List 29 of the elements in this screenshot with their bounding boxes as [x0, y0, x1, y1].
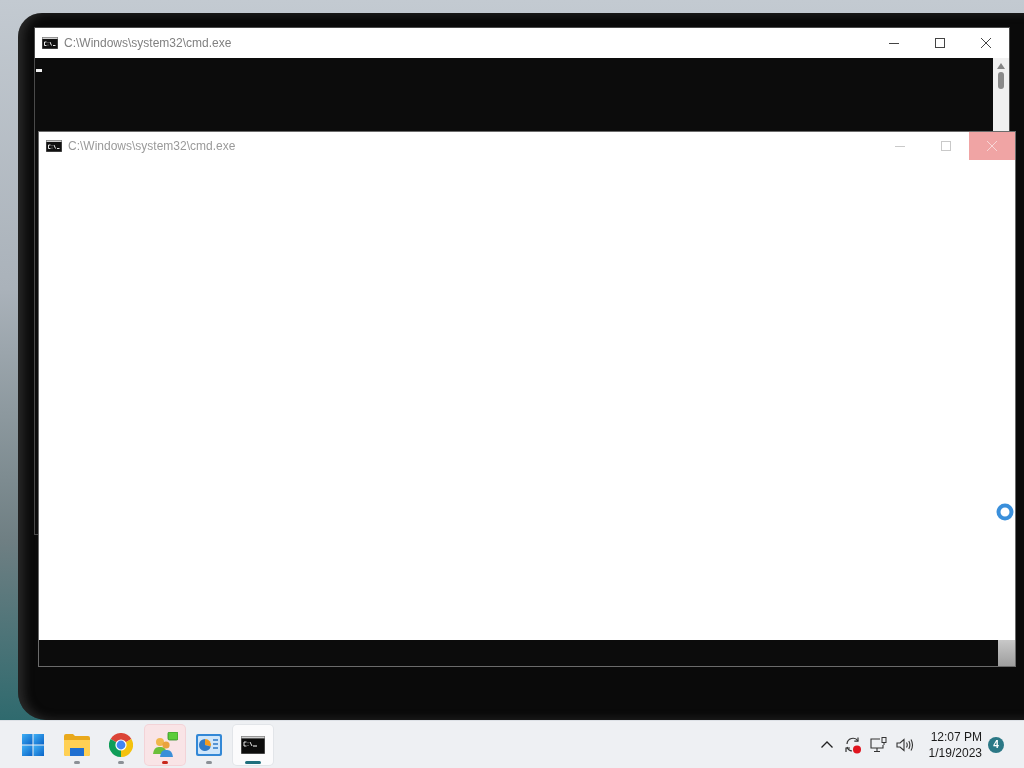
- maximize-icon: [935, 38, 945, 48]
- four-tiles-icon: [22, 733, 44, 756]
- scroll-thumb[interactable]: [998, 72, 1004, 89]
- chevron-up-icon: [820, 741, 833, 748]
- minimize-icon: [889, 42, 899, 44]
- scroll-up-arrow-icon: [997, 63, 1005, 69]
- minimize-icon: [895, 145, 905, 147]
- maximize-icon: [941, 141, 951, 151]
- loading-ring-icon: [996, 503, 1014, 521]
- speaker-icon: [895, 737, 914, 752]
- scroll-thumb[interactable]: [998, 640, 1015, 666]
- folder-icon: [64, 733, 90, 756]
- window-title: C:\Windows\system32\cmd.exe: [64, 36, 232, 50]
- clock-time: 12:07 PM: [930, 729, 982, 744]
- terminal-icon: [46, 140, 62, 152]
- notification-badge[interactable]: 4: [988, 736, 1004, 753]
- clock-date: 1/19/2023: [928, 745, 982, 760]
- close-icon: [987, 141, 997, 151]
- sync-alert-icon: [843, 735, 862, 754]
- title-bar[interactable]: C:\Windows\system32\cmd.exe: [35, 28, 1009, 58]
- close-icon: [981, 38, 991, 48]
- terminal-icon: [241, 735, 265, 754]
- window-title: C:\Windows\system32\cmd.exe: [68, 139, 236, 153]
- people-icon: [152, 731, 178, 758]
- network-icon: [869, 736, 888, 753]
- taskbar-button[interactable]: [233, 724, 273, 765]
- browser-icon: [109, 732, 133, 757]
- terminal-icon: [42, 37, 58, 49]
- chart-panel-icon: [196, 733, 222, 756]
